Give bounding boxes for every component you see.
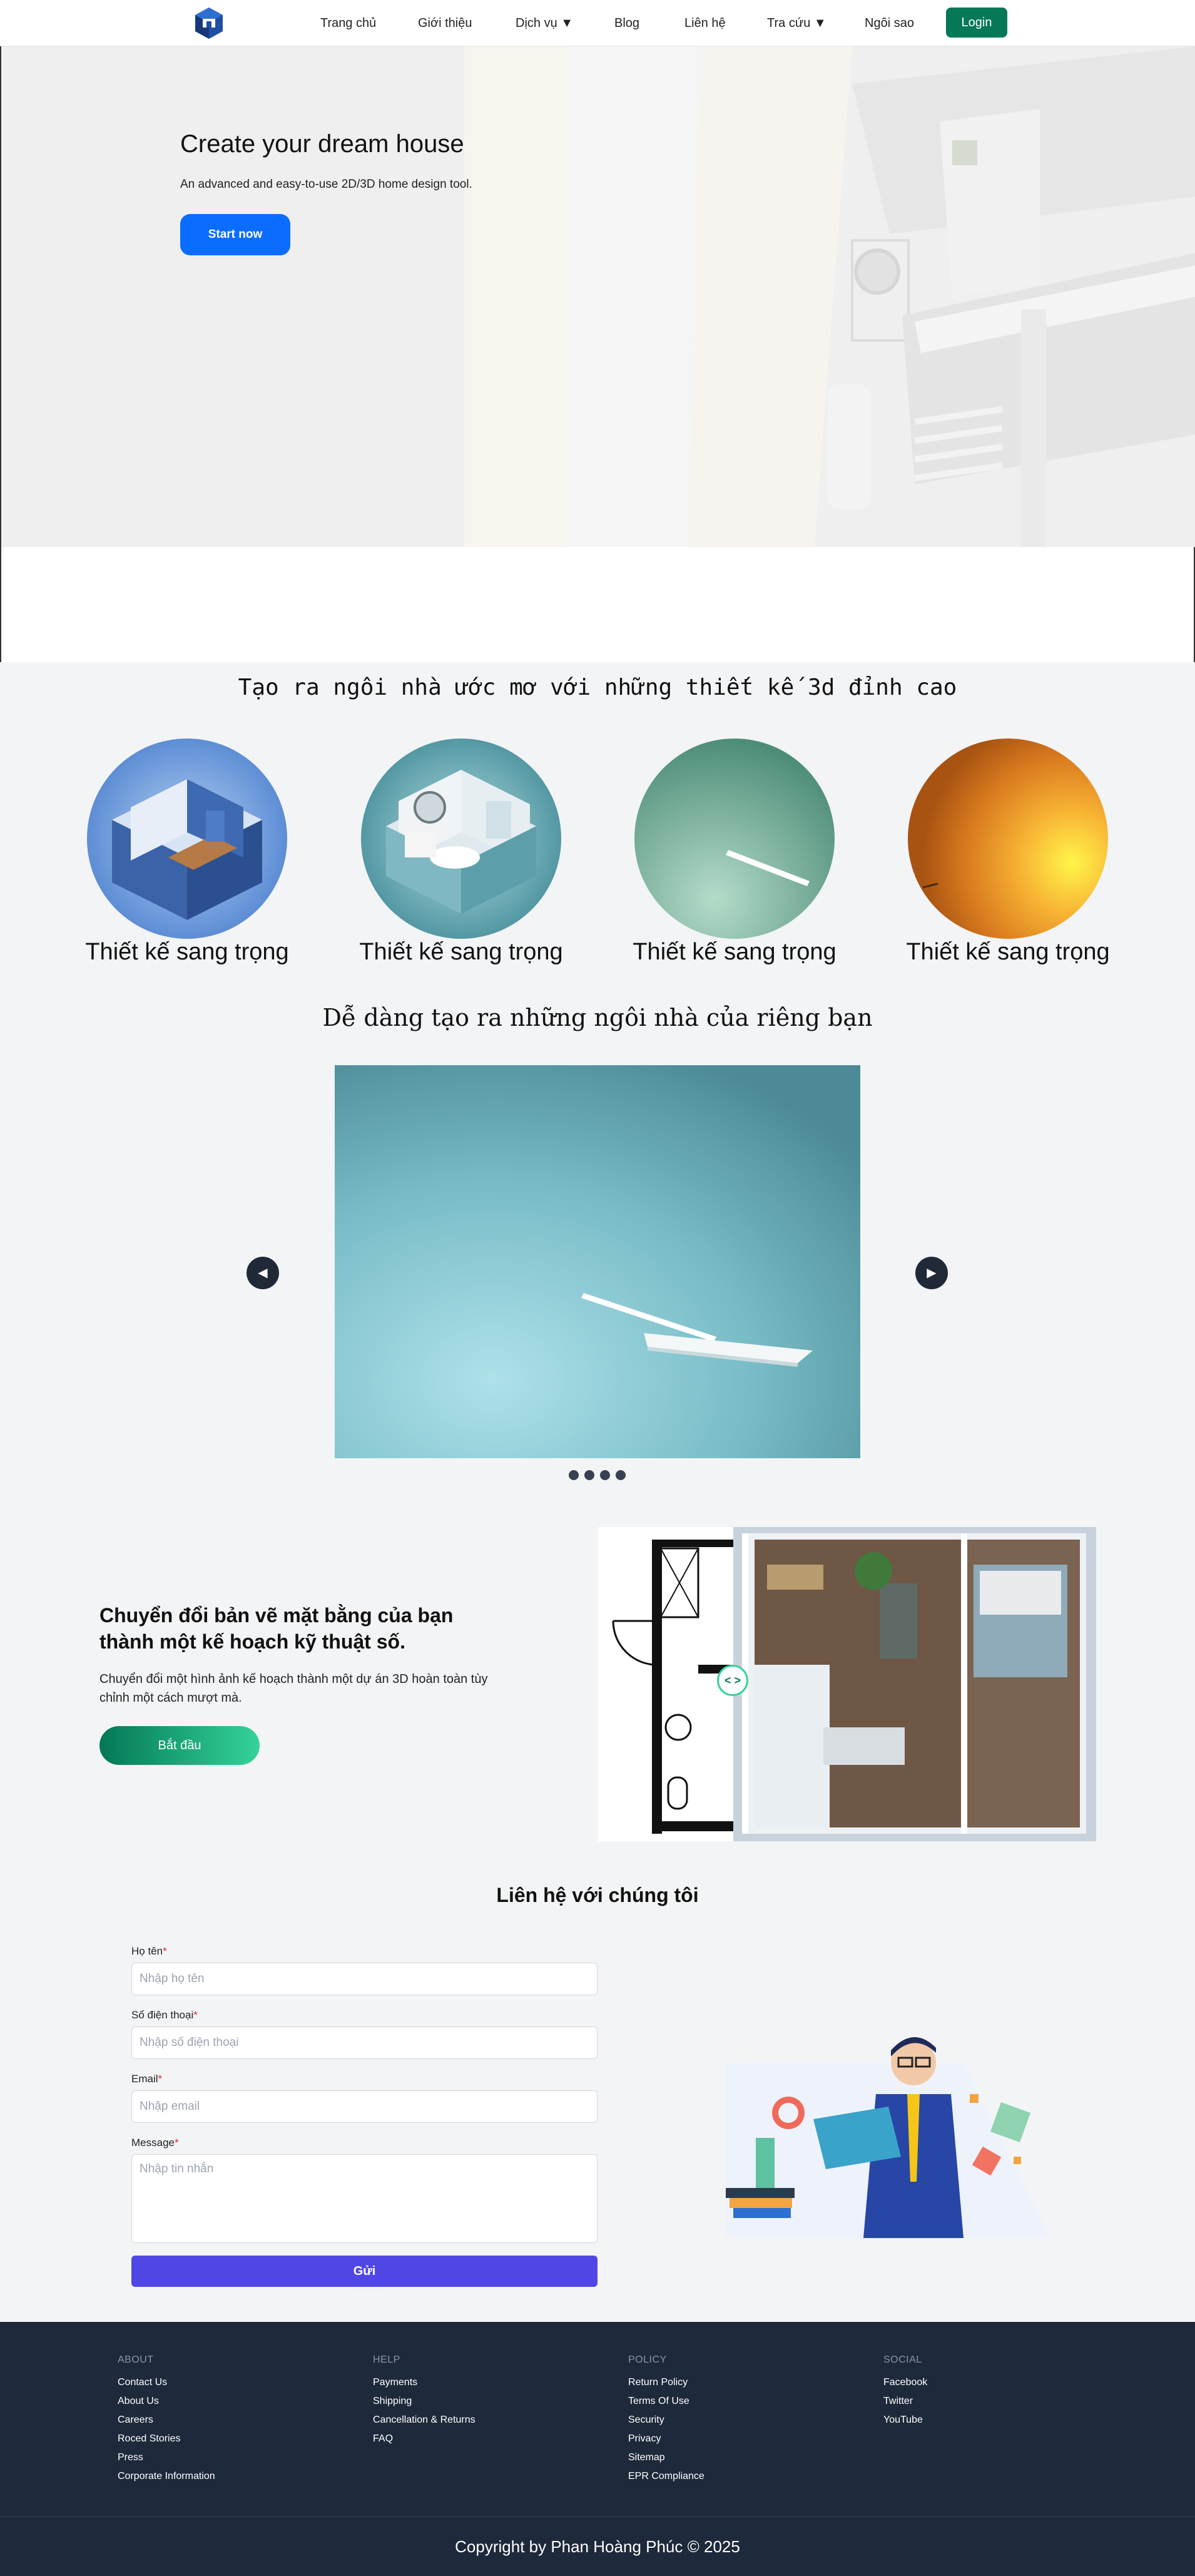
email-input[interactable]: Nhập email (131, 2090, 598, 2123)
footer-link[interactable]: Facebook (883, 2377, 927, 2388)
nav-home[interactable]: Trang chủ (320, 16, 376, 31)
footer-link[interactable]: Cancellation & Returns (373, 2415, 475, 2426)
section-title-3d-designs: Tạo ra ngôi nhà ước mơ với những thiết k… (238, 675, 957, 700)
floorplan-image (598, 1527, 1096, 1841)
footer-heading-about: ABOUT (118, 2354, 154, 2365)
footer-link[interactable]: Twitter (883, 2396, 913, 2407)
carousel-next-button[interactable]: ▶ (915, 1257, 948, 1289)
message-label: Message* (131, 2137, 179, 2149)
minimal-design-image[interactable] (634, 739, 835, 939)
carousel-dot[interactable] (600, 1470, 610, 1480)
footer-link[interactable]: Sitemap (628, 2452, 665, 2463)
bathroom-design-image[interactable] (361, 739, 561, 939)
nav-stars[interactable]: Ngôi sao (865, 16, 914, 31)
footer-heading-social: SOCIAL (883, 2354, 922, 2365)
card-label: Thiết kế sang trọng (906, 939, 1110, 965)
floorplan-description: Chuyển đổi một hình ảnh kế hoạch thành m… (99, 1672, 488, 1705)
house-logo-icon[interactable] (191, 6, 226, 40)
footer-link[interactable]: EPR Compliance (628, 2471, 704, 2482)
footer-link[interactable]: Terms Of Use (628, 2396, 689, 2407)
footer-link[interactable]: Press (118, 2452, 143, 2463)
nav-about[interactable]: Giới thiệu (418, 16, 472, 31)
carousel-prev-button[interactable]: ◀ (247, 1257, 279, 1289)
footer-link[interactable]: Corporate Information (118, 2471, 215, 2482)
card-label: Thiết kế sang trọng (359, 939, 563, 965)
nav-lookup-dropdown[interactable]: Tra cứu ▼ (767, 16, 826, 31)
start-now-button[interactable]: Start now (180, 214, 290, 255)
carousel-dot[interactable] (569, 1470, 579, 1480)
copyright-text: Copyright by Phan Hoàng Phúc © 2025 (455, 2537, 740, 2556)
nav-services-dropdown[interactable]: Dịch vụ ▼ (516, 16, 573, 31)
footer-divider (0, 2516, 1195, 2517)
footer-link[interactable]: FAQ (373, 2433, 393, 2445)
footer-link[interactable]: Privacy (628, 2433, 661, 2445)
footer-link[interactable]: About Us (118, 2396, 159, 2407)
floorplan-title: Chuyển đổi bản vẽ mặt bằng của bạn thành… (99, 1604, 454, 1653)
email-label: Email* (131, 2073, 163, 2085)
card-label: Thiết kế sang trọng (85, 939, 289, 965)
hero-subtitle: An advanced and easy-to-use 2D/3D home d… (180, 178, 472, 191)
footer-link[interactable]: Return Policy (628, 2377, 688, 2388)
card-label: Thiết kế sang trọng (633, 939, 836, 965)
contact-title: Liên hệ với chúng tôi (496, 1884, 699, 1906)
businessman-illustration (726, 2037, 1051, 2238)
top-navbar: Trang chủ Giới thiệu Dịch vụ ▼ Blog Liên… (0, 0, 1195, 46)
name-input[interactable]: Nhập họ tên (131, 1963, 598, 1995)
footer-link[interactable]: Careers (118, 2415, 153, 2426)
sunset-design-image[interactable] (908, 739, 1108, 939)
login-button[interactable]: Login (946, 8, 1007, 38)
footer-link[interactable]: Shipping (373, 2396, 412, 2407)
floorplan-start-button[interactable]: Bắt đầu (99, 1726, 260, 1765)
footer-heading-help: HELP (373, 2354, 400, 2365)
footer-link[interactable]: Roced Stories (118, 2433, 181, 2445)
footer-heading-policy: POLICY (628, 2354, 667, 2365)
floorplan-comparison-image[interactable]: < > (598, 1527, 1096, 1841)
compare-slider-handle[interactable]: < > (717, 1665, 748, 1696)
hero-title: Create your dream house (180, 130, 464, 158)
carousel-slide-image (335, 1065, 860, 1458)
send-button[interactable]: Gửi (131, 2256, 598, 2287)
footer-link[interactable]: YouTube (883, 2415, 923, 2426)
message-textarea[interactable]: Nhập tin nhắn (131, 2154, 598, 2243)
name-label: Họ tên* (131, 1945, 167, 1957)
hero-section: Create your dream house An advanced and … (0, 46, 1195, 662)
phone-input[interactable]: Nhập số điện thoại (131, 2027, 598, 2059)
kitchen-design-image[interactable] (87, 739, 287, 939)
hero-bathroom-image (1, 46, 1195, 547)
footer-link[interactable]: Contact Us (118, 2377, 167, 2388)
phone-label: Số điện thoại* (131, 2009, 198, 2021)
footer-link[interactable]: Payments (373, 2377, 417, 2388)
nav-blog[interactable]: Blog (614, 16, 639, 31)
footer-link[interactable]: Security (628, 2415, 664, 2426)
section-title-build-homes: Dễ dàng tạo ra những ngôi nhà của riêng … (322, 1004, 873, 1031)
nav-contact[interactable]: Liên hệ (684, 16, 726, 31)
carousel-dot[interactable] (616, 1470, 626, 1480)
carousel-dot[interactable] (584, 1470, 594, 1480)
